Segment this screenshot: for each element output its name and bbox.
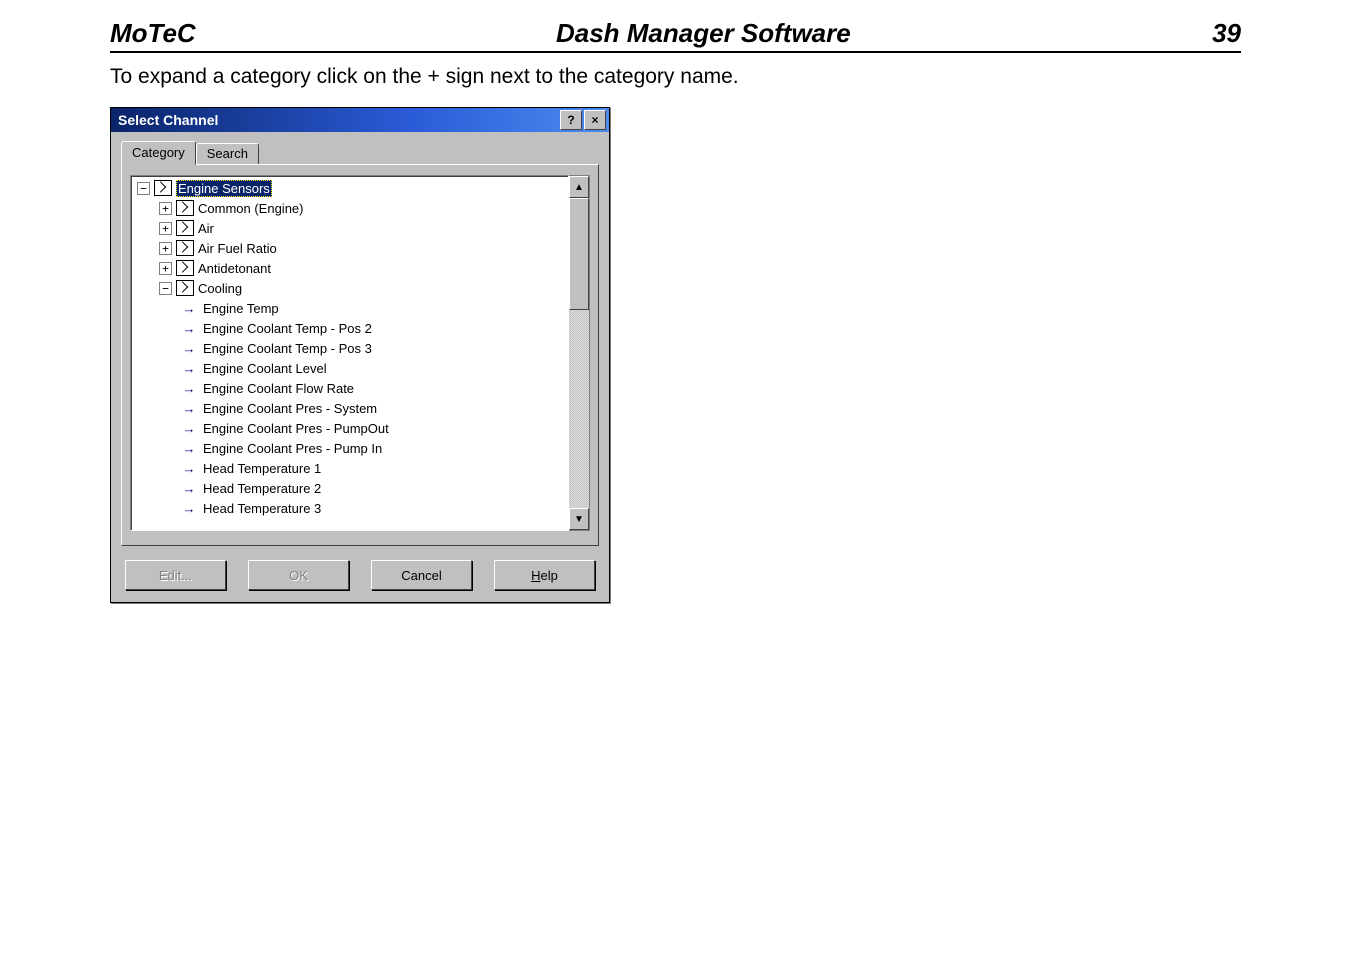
- tree-label: Head Temperature 1: [203, 461, 321, 476]
- tree-label: Engine Coolant Temp - Pos 3: [203, 341, 372, 356]
- folder-icon: [176, 220, 194, 236]
- arrow-icon: →: [181, 321, 197, 336]
- tree-leaf[interactable]: → Head Temperature 1: [131, 458, 568, 478]
- tree-label: Engine Coolant Pres - System: [203, 401, 377, 416]
- tree-leaf[interactable]: → Engine Coolant Temp - Pos 2: [131, 318, 568, 338]
- folder-icon: [154, 180, 172, 196]
- tree-label: Common (Engine): [198, 201, 304, 216]
- tree-leaf[interactable]: → Engine Coolant Pres - PumpOut: [131, 418, 568, 438]
- arrow-icon: →: [181, 301, 197, 316]
- folder-icon: [176, 280, 194, 296]
- scroll-track[interactable]: [569, 198, 589, 508]
- folder-icon: [176, 200, 194, 216]
- expander-icon[interactable]: +: [159, 262, 172, 275]
- tree-label: Cooling: [198, 281, 242, 296]
- tree-label-selected: Engine Sensors: [176, 180, 272, 197]
- tree-leaf[interactable]: → Engine Coolant Flow Rate: [131, 378, 568, 398]
- scroll-up-button[interactable]: ▲: [569, 176, 589, 198]
- tree-leaf[interactable]: → Engine Coolant Pres - Pump In: [131, 438, 568, 458]
- scroll-down-button[interactable]: ▼: [569, 508, 589, 530]
- arrow-icon: →: [181, 401, 197, 416]
- folder-icon: [176, 260, 194, 276]
- titlebar: Select Channel ? ×: [111, 108, 609, 132]
- arrow-icon: →: [181, 381, 197, 396]
- expander-icon[interactable]: +: [159, 242, 172, 255]
- tree-node[interactable]: + Antidetonant: [131, 258, 568, 278]
- tree-label: Engine Coolant Pres - Pump In: [203, 441, 382, 456]
- tree-scrollbar[interactable]: ▲ ▼: [569, 175, 590, 531]
- folder-icon: [176, 240, 194, 256]
- arrow-icon: →: [181, 441, 197, 456]
- expander-icon[interactable]: +: [159, 222, 172, 235]
- tab-category[interactable]: Category: [121, 141, 196, 165]
- arrow-icon: →: [181, 341, 197, 356]
- doc-title: Dash Manager Software: [236, 18, 1171, 49]
- tabstrip: Category Search: [121, 141, 599, 165]
- tree-label: Antidetonant: [198, 261, 271, 276]
- tree-node[interactable]: + Air Fuel Ratio: [131, 238, 568, 258]
- ok-button[interactable]: OK: [248, 560, 349, 590]
- tree-label: Head Temperature 3: [203, 501, 321, 516]
- intro-text: To expand a category click on the + sign…: [110, 65, 1241, 89]
- help-titlebar-button[interactable]: ?: [560, 110, 582, 130]
- edit-button[interactable]: Edit...: [125, 560, 226, 590]
- expander-icon[interactable]: −: [137, 182, 150, 195]
- arrow-icon: →: [181, 481, 197, 496]
- close-titlebar-button[interactable]: ×: [584, 110, 606, 130]
- tree-leaf[interactable]: → Head Temperature 3: [131, 498, 568, 518]
- brand: MoTeC: [110, 18, 196, 49]
- expander-icon[interactable]: +: [159, 202, 172, 215]
- select-channel-dialog: Select Channel ? × Category Search − Eng…: [110, 107, 610, 603]
- tree-label: Engine Coolant Level: [203, 361, 327, 376]
- tree-leaf[interactable]: → Head Temperature 2: [131, 478, 568, 498]
- tree-label: Head Temperature 2: [203, 481, 321, 496]
- tree-leaf[interactable]: → Engine Coolant Level: [131, 358, 568, 378]
- cancel-button[interactable]: Cancel: [371, 560, 472, 590]
- arrow-icon: →: [181, 361, 197, 376]
- arrow-icon: →: [181, 461, 197, 476]
- tree-label: Air: [198, 221, 214, 236]
- tree-node[interactable]: − Cooling: [131, 278, 568, 298]
- tree-leaf[interactable]: → Engine Temp: [131, 298, 568, 318]
- tree-node[interactable]: + Air: [131, 218, 568, 238]
- tree-label: Engine Coolant Flow Rate: [203, 381, 354, 396]
- arrow-icon: →: [181, 421, 197, 436]
- dialog-button-row: Edit... OK Cancel Help: [121, 560, 599, 590]
- tree-label: Engine Coolant Temp - Pos 2: [203, 321, 372, 336]
- tab-panel-category: − Engine Sensors + Common (Engine): [121, 164, 599, 546]
- arrow-icon: →: [181, 501, 197, 516]
- tree-label: Engine Coolant Pres - PumpOut: [203, 421, 389, 436]
- help-button[interactable]: Help: [494, 560, 595, 590]
- dialog-title: Select Channel: [114, 112, 558, 128]
- expander-icon[interactable]: −: [159, 282, 172, 295]
- tree-leaf[interactable]: → Engine Coolant Temp - Pos 3: [131, 338, 568, 358]
- tree-label: Engine Temp: [203, 301, 279, 316]
- tree-node-root[interactable]: − Engine Sensors: [131, 178, 568, 198]
- category-tree[interactable]: − Engine Sensors + Common (Engine): [130, 175, 569, 531]
- tree-leaf[interactable]: → Engine Coolant Pres - System: [131, 398, 568, 418]
- tree-label: Air Fuel Ratio: [198, 241, 277, 256]
- tree-node[interactable]: + Common (Engine): [131, 198, 568, 218]
- page-number: 39: [1171, 18, 1241, 49]
- doc-header: MoTeC Dash Manager Software 39: [110, 18, 1241, 53]
- scroll-thumb[interactable]: [569, 198, 589, 310]
